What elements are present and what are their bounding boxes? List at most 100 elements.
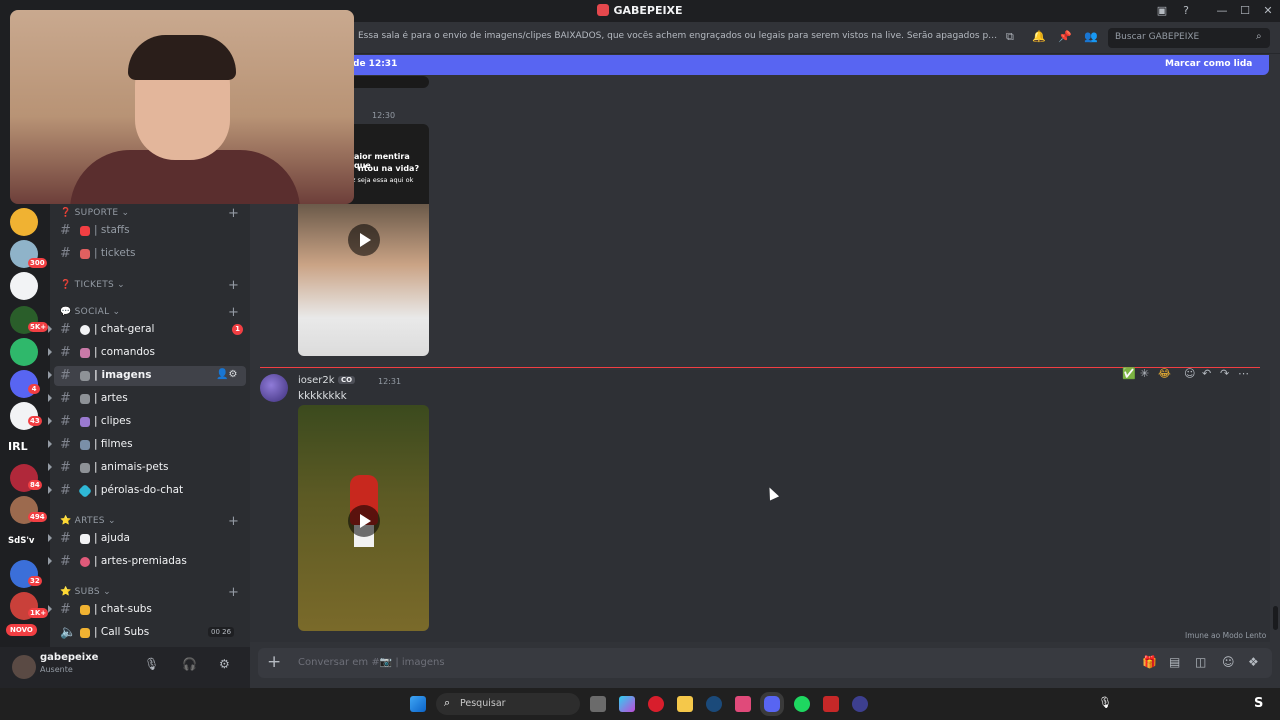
add-reaction-icon[interactable]: ☺ — [1184, 367, 1195, 380]
file-explorer-icon[interactable] — [677, 696, 693, 712]
add-channel-icon[interactable]: + — [228, 514, 239, 529]
server-badge: 5K+ — [28, 322, 49, 332]
close-icon[interactable]: ✕ — [1260, 3, 1276, 19]
help-icon[interactable]: ? — [1178, 3, 1194, 19]
app-red-icon[interactable] — [823, 696, 839, 712]
server-icon-irl[interactable]: IRL — [8, 440, 28, 453]
sticker-icon[interactable]: ◫ — [1195, 655, 1206, 669]
username[interactable]: gabepeixe — [40, 652, 98, 663]
microphone-icon[interactable]: 🎙 — [1098, 696, 1114, 712]
windows-start-icon[interactable] — [410, 696, 426, 712]
channel-tickets[interactable]: # | tickets — [54, 244, 246, 264]
gear-icon[interactable]: ⚙ — [219, 657, 230, 671]
laugh-reaction-icon[interactable]: 😂 — [1158, 367, 1171, 380]
channel-comandos[interactable]: # | comandos — [48, 343, 246, 363]
server-icon-sds[interactable]: SdS'v — [8, 536, 34, 546]
message-list[interactable]: 12:30 aior mentira que ntou na vida? z s… — [250, 76, 1270, 642]
category-subs[interactable]: ⭐ SUBS ⌄ + — [60, 585, 239, 600]
channel-clipes[interactable]: # | clipes — [48, 412, 246, 432]
channel-chat-geral[interactable]: # | chat-geral 1 — [48, 320, 246, 340]
gif-icon[interactable]: ▤ — [1169, 655, 1180, 669]
app-arrow-icon[interactable] — [852, 696, 868, 712]
channel-label: | animais-pets — [94, 461, 169, 473]
add-channel-icon[interactable]: + — [228, 206, 239, 221]
channel-artes-premiadas[interactable]: # | artes-premiadas — [48, 552, 246, 572]
members-icon[interactable]: 👥 — [1084, 30, 1098, 43]
channel-label: | pérolas-do-chat — [94, 484, 184, 496]
hash-icon: # — [60, 460, 71, 475]
channel-topic[interactable]: Essa sala é para o envio de imagens/clip… — [358, 31, 998, 41]
apps-icon[interactable]: ❖ — [1248, 655, 1259, 669]
message-author[interactable]: ioser2k — [298, 375, 335, 386]
novo-badge[interactable]: NOVO — [6, 624, 37, 636]
message-composer[interactable]: + Conversar em #📷 | imagens 🎁 ▤ ◫ ☺ ❖ — [258, 648, 1272, 678]
play-button[interactable] — [348, 224, 380, 256]
microphone-icon[interactable]: 🎙 — [144, 657, 159, 671]
maximize-icon[interactable]: ☐ — [1237, 3, 1253, 19]
server-icon-emoji[interactable] — [10, 208, 38, 236]
video-embed[interactable] — [298, 405, 429, 631]
headphones-icon[interactable]: 🎧 — [182, 657, 197, 671]
gift-icon[interactable]: 🎁 — [1142, 655, 1157, 669]
hash-icon: # — [60, 414, 71, 429]
mark-as-read-button[interactable]: Marcar como lida — [1165, 59, 1252, 69]
spotify-icon[interactable] — [794, 696, 810, 712]
hash-icon: # — [60, 368, 71, 383]
system-logo-icon[interactable]: S — [1254, 696, 1270, 712]
add-channel-icon[interactable]: + — [228, 305, 239, 320]
category-social[interactable]: 💬 SOCIAL ⌄ + — [60, 305, 239, 320]
category-suporte[interactable]: ❓ SUPORTE ⌄ + — [60, 206, 239, 221]
channel-animais-pets[interactable]: # | animais-pets — [48, 458, 246, 478]
avatar[interactable] — [260, 374, 288, 402]
new-messages-bar[interactable]: de 12:31 Marcar como lida — [345, 55, 1269, 75]
server-icon-qsmp[interactable] — [10, 338, 38, 366]
channel-label: | ajuda — [94, 532, 130, 544]
add-channel-icon[interactable]: + — [228, 585, 239, 600]
reply-icon[interactable]: ↶ — [1202, 367, 1211, 380]
forward-icon[interactable]: ↷ — [1220, 367, 1229, 380]
channel-imagens[interactable]: # | imagens 👤⚙ — [48, 366, 246, 386]
channel-header: Essa sala é para o envio de imagens/clip… — [250, 22, 1280, 54]
category-tickets[interactable]: ❓ TICKETS ⌄ + — [60, 278, 239, 293]
category-artes[interactable]: ⭐ ARTES ⌄ + — [60, 514, 239, 529]
check-reaction-icon[interactable]: ✅ — [1122, 367, 1136, 380]
channel-ajuda[interactable]: # | ajuda — [48, 529, 246, 549]
opera-icon[interactable] — [648, 696, 664, 712]
pin-icon[interactable]: 📌 — [1058, 30, 1072, 43]
hash-icon: # — [60, 437, 71, 452]
channel-artes[interactable]: # | artes — [48, 389, 246, 409]
task-view-icon[interactable] — [590, 696, 606, 712]
steam-icon[interactable] — [706, 696, 722, 712]
bell-icon[interactable]: 🔔 — [1032, 30, 1046, 43]
discord-icon[interactable] — [764, 696, 780, 712]
search-input[interactable]: Buscar GABEPEIXE ⌕ — [1108, 28, 1270, 48]
channel-label: | filmes — [94, 438, 133, 450]
channel-settings-icon[interactable]: 👤⚙ — [216, 369, 237, 380]
attach-plus-icon[interactable]: + — [267, 652, 281, 672]
category-label: SUPORTE — [74, 208, 119, 218]
emoji-icon[interactable]: ☺ — [1222, 655, 1235, 669]
channel-chat-subs[interactable]: # | chat-subs — [48, 600, 246, 620]
channel-perolas-do-chat[interactable]: # | pérolas-do-chat — [48, 481, 246, 501]
voice-user-count: 00 26 — [208, 627, 235, 637]
more-options-icon[interactable]: ⋯ — [1238, 367, 1249, 380]
search-icon: ⌕ — [444, 696, 451, 709]
play-button[interactable] — [348, 505, 380, 537]
sparkle-reaction-icon[interactable]: ✳ — [1140, 367, 1149, 380]
channel-filmes[interactable]: # | filmes — [48, 435, 246, 455]
server-icon-white[interactable] — [10, 272, 38, 300]
channel-call-subs[interactable]: 🔈 | Call Subs 00 26 — [54, 623, 246, 643]
gem-icon — [77, 483, 93, 499]
minimize-icon[interactable]: — — [1214, 3, 1230, 19]
user-status: Ausente — [40, 665, 73, 674]
capcut-icon[interactable] — [735, 696, 751, 712]
copilot-icon[interactable] — [619, 696, 635, 712]
threads-icon[interactable]: ⧉ — [1006, 30, 1014, 44]
scrollbar-thumb[interactable] — [1273, 606, 1278, 630]
channel-staffs[interactable]: # | staffs — [54, 221, 246, 241]
avatar[interactable] — [12, 655, 36, 679]
unread-arrow-icon — [48, 440, 52, 448]
taskbar-search[interactable]: ⌕ Pesquisar — [436, 693, 580, 715]
add-channel-icon[interactable]: + — [228, 278, 239, 293]
inbox-icon[interactable]: ▣ — [1154, 3, 1170, 19]
